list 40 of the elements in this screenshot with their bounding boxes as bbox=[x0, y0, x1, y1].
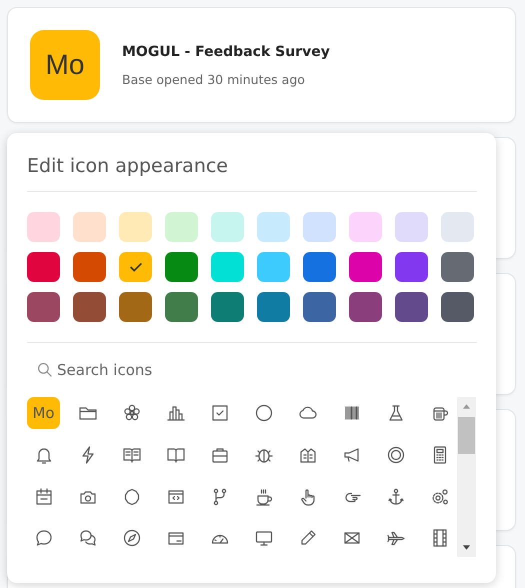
color-swatch[interactable] bbox=[395, 252, 428, 282]
color-swatch[interactable] bbox=[165, 292, 198, 322]
color-swatch[interactable] bbox=[211, 252, 244, 282]
color-swatch[interactable] bbox=[73, 212, 106, 242]
color-swatch[interactable] bbox=[165, 212, 198, 242]
color-swatch[interactable] bbox=[257, 252, 290, 282]
base-card[interactable]: Mo MOGUL - Feedback Survey Base opened 30 minutes ago bbox=[7, 7, 516, 123]
search-icon bbox=[37, 362, 53, 378]
color-swatch[interactable] bbox=[119, 252, 152, 282]
color-swatch[interactable] bbox=[27, 292, 60, 322]
scrollbar[interactable] bbox=[457, 397, 476, 557]
color-swatch[interactable] bbox=[119, 292, 152, 322]
popover-title: Edit icon appearance bbox=[27, 155, 229, 179]
color-swatch[interactable] bbox=[27, 212, 60, 242]
color-swatch[interactable] bbox=[441, 212, 474, 242]
color-swatch[interactable] bbox=[257, 292, 290, 322]
color-swatch[interactable] bbox=[349, 252, 382, 282]
scroll-thumb[interactable] bbox=[458, 417, 475, 454]
color-swatch[interactable] bbox=[395, 292, 428, 322]
color-swatch[interactable] bbox=[257, 212, 290, 242]
color-swatch[interactable] bbox=[27, 252, 60, 282]
base-title: MOGUL - Feedback Survey bbox=[122, 44, 330, 60]
color-swatch[interactable] bbox=[303, 292, 336, 322]
color-swatch[interactable] bbox=[441, 292, 474, 322]
color-swatch[interactable] bbox=[303, 252, 336, 282]
scroll-down-icon[interactable] bbox=[462, 545, 471, 551]
color-swatch[interactable] bbox=[441, 252, 474, 282]
color-swatch[interactable] bbox=[73, 252, 106, 282]
base-subtitle: Base opened 30 minutes ago bbox=[122, 72, 306, 86]
initials-option[interactable]: Mo bbox=[27, 397, 60, 429]
color-swatch[interactable] bbox=[349, 292, 382, 322]
color-swatch[interactable] bbox=[349, 212, 382, 242]
color-swatch[interactable] bbox=[211, 212, 244, 242]
color-swatch[interactable] bbox=[395, 212, 428, 242]
color-swatch[interactable] bbox=[119, 212, 152, 242]
base-initials: Mo bbox=[46, 49, 84, 81]
color-swatch[interactable] bbox=[73, 292, 106, 322]
color-swatch[interactable] bbox=[165, 252, 198, 282]
color-swatch[interactable] bbox=[303, 212, 336, 242]
color-swatch[interactable] bbox=[211, 292, 244, 322]
